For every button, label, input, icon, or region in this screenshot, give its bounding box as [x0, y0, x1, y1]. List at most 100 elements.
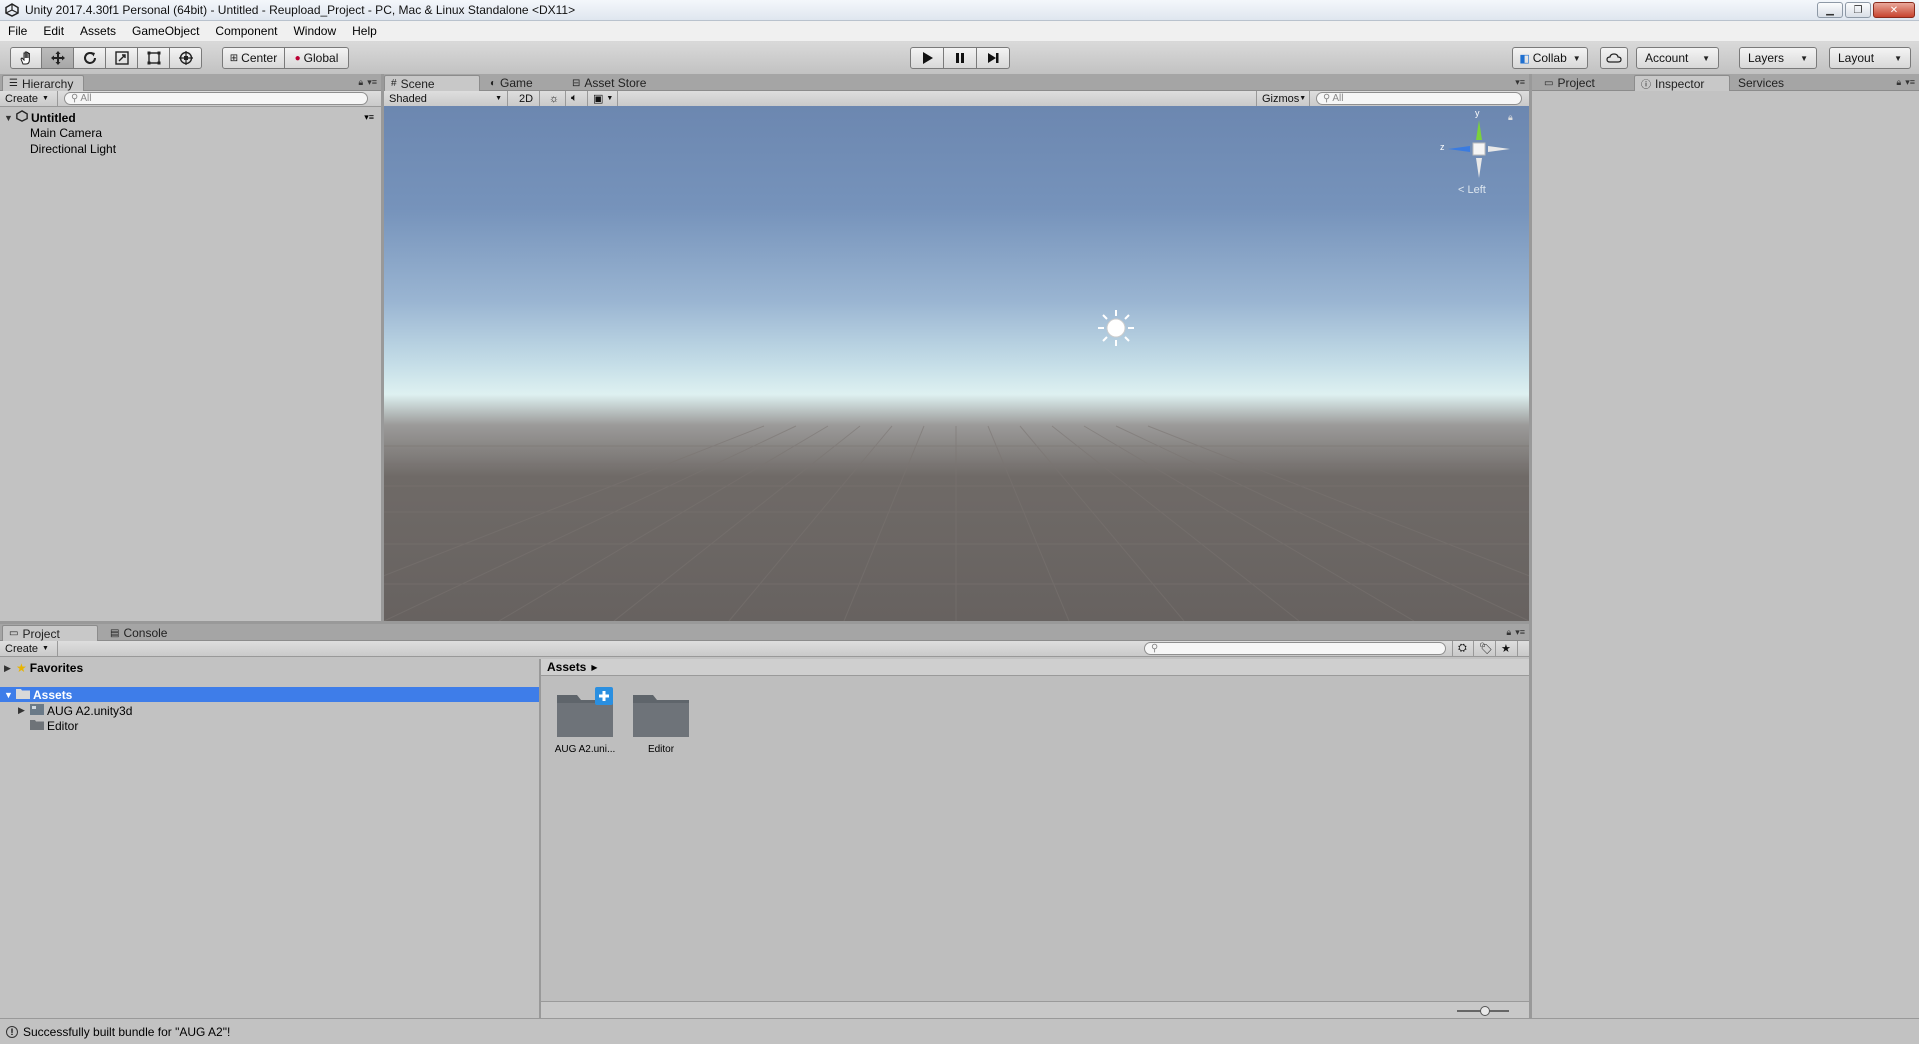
save-search-button[interactable]: ★ [1496, 641, 1518, 656]
asset-tile-label: AUG A2.uni... [554, 744, 616, 755]
slider-thumb[interactable] [1480, 1006, 1490, 1016]
lock-icon[interactable]: 🔒︎ [358, 77, 363, 88]
rect-tool-button[interactable] [138, 47, 170, 69]
tab-project[interactable]: ▭ Project [2, 625, 98, 641]
project-tree: ▶ ★ Favorites ▼ Assets ▶ AUG A2.unity3d … [0, 659, 539, 1018]
tab-scene[interactable]: # Scene [384, 75, 480, 91]
hierarchy-create-button[interactable]: Create ▼ [0, 91, 58, 106]
menu-window[interactable]: Window [285, 24, 344, 38]
scene-root-item[interactable]: ▼ Untitled ▾≡ [4, 110, 376, 125]
panel-menu-icon[interactable]: ▾≡ [367, 77, 377, 88]
pause-icon [956, 53, 964, 63]
search-icon: ⚲ [1151, 643, 1159, 654]
layout-dropdown[interactable]: Layout ▼ [1829, 47, 1911, 69]
lock-icon[interactable]: 🔒︎ [1508, 112, 1513, 123]
project-toolbar: Create ▼ ⚲ ⛭ 🏷︎ ★ [0, 641, 1529, 657]
hierarchy-item-directional-light[interactable]: Directional Light [30, 142, 116, 156]
minimize-icon[interactable]: ▁ [1817, 2, 1843, 18]
toggle-2d-button[interactable]: 2D [514, 91, 540, 106]
search-by-label-button[interactable]: 🏷︎ [1474, 641, 1496, 656]
collab-dropdown[interactable]: ◧ Collab ▼ [1512, 47, 1588, 69]
lock-icon[interactable]: 🔒︎ [1896, 77, 1901, 88]
restore-icon[interactable]: ❐ [1845, 2, 1871, 18]
scene-viewport[interactable]: y z 🔒︎ < Left [384, 106, 1529, 621]
menu-assets[interactable]: Assets [72, 24, 124, 38]
inspector-tabstrip: ▭ Project ⓘ Inspector Services 🔒︎ ▾≡ [1532, 74, 1919, 91]
tab-services[interactable]: Services [1732, 75, 1812, 91]
chevron-down-icon: ▼ [42, 645, 49, 652]
tab-inspector[interactable]: ⓘ Inspector [1634, 75, 1730, 91]
hierarchy-tabstrip: ☰ Hierarchy 🔒︎ ▾≡ [0, 74, 381, 91]
scene-effects-dropdown[interactable]: ▣ ▼ [588, 91, 618, 106]
panel-menu-icon[interactable]: ▾≡ [1515, 77, 1525, 88]
unity-logo-icon [4, 2, 20, 18]
chevron-down-icon: ▼ [1572, 53, 1581, 63]
menu-file[interactable]: File [0, 24, 35, 38]
project-create-button[interactable]: Create ▼ [0, 641, 58, 656]
window-title-bar: Unity 2017.4.30f1 Personal (64bit) - Unt… [0, 0, 1919, 21]
asset-tile-bundle[interactable]: AUG A2.uni... [551, 687, 619, 763]
scene-audio-toggle[interactable]: 🔈︎ [566, 91, 588, 106]
folder-icon: ▭ [1544, 77, 1554, 89]
tab-console[interactable]: ▤ Console [104, 625, 184, 641]
layers-dropdown[interactable]: Layers ▼ [1739, 47, 1817, 69]
search-by-type-button[interactable]: ⛭ [1452, 641, 1474, 656]
scene-search-input[interactable]: ⚲ All [1316, 92, 1522, 105]
rotate-tool-button[interactable] [74, 47, 106, 69]
folder-bundle-icon [557, 687, 613, 737]
asset-tile-label: Editor [647, 744, 675, 755]
hierarchy-search-input[interactable]: ⚲ All [64, 92, 368, 105]
shading-mode-dropdown[interactable]: Shaded ▼ [384, 91, 508, 106]
panel-menu-icon[interactable]: ▾≡ [1905, 77, 1915, 88]
scene-menu-icon[interactable]: ▾≡ [364, 112, 374, 123]
editor-folder-item[interactable]: Editor [30, 719, 78, 733]
favorites-item[interactable]: ▶ ★ Favorites [4, 661, 83, 675]
tab-project-right[interactable]: ▭ Project [1538, 75, 1618, 91]
scene-lighting-toggle[interactable]: ☼ [544, 91, 566, 106]
pivot-global-button[interactable]: ● Global [285, 47, 349, 69]
scene-orientation-gizmo[interactable]: y z 🔒︎ < Left [1434, 108, 1524, 204]
expand-arrow-icon[interactable]: ▶ [4, 663, 16, 674]
chevron-down-icon: ▼ [42, 95, 49, 102]
menu-edit[interactable]: Edit [35, 24, 72, 38]
expand-arrow-icon[interactable]: ▼ [4, 690, 16, 700]
asset-bundle-item[interactable]: ▶ AUG A2.unity3d [18, 703, 132, 718]
project-search-input[interactable]: ⚲ [1144, 642, 1446, 655]
tab-game[interactable]: ◐ Game [484, 75, 554, 91]
scale-icon [114, 51, 129, 65]
transform-icon [178, 51, 193, 65]
menu-gameobject[interactable]: GameObject [124, 24, 207, 38]
expand-arrow-icon[interactable]: ▶ [18, 705, 30, 716]
expand-arrow-icon[interactable]: ▼ [4, 113, 16, 123]
menu-help[interactable]: Help [344, 24, 385, 38]
pivot-center-button[interactable]: ⊞ Center [222, 47, 285, 69]
view-direction-label[interactable]: < Left [1458, 184, 1486, 196]
account-dropdown[interactable]: Account ▼ [1636, 47, 1719, 69]
info-icon: ⓘ [1641, 80, 1651, 91]
scale-tool-button[interactable] [106, 47, 138, 69]
hierarchy-item-main-camera[interactable]: Main Camera [30, 126, 102, 140]
list-icon: ☰ [9, 78, 18, 89]
menu-component[interactable]: Component [207, 24, 285, 38]
assets-folder-item[interactable]: ▼ Assets [0, 687, 539, 702]
console-icon: ▤ [110, 627, 120, 639]
label-tag-icon: 🏷︎ [1479, 643, 1493, 655]
hand-tool-button[interactable] [10, 47, 42, 69]
gizmos-dropdown[interactable]: Gizmos ▼ [1256, 91, 1310, 106]
lock-icon[interactable]: 🔒︎ [1506, 627, 1511, 638]
step-button[interactable] [977, 47, 1010, 69]
move-icon [50, 51, 65, 65]
panel-menu-icon[interactable]: ▾≡ [1515, 627, 1525, 638]
asset-tile-editor[interactable]: Editor [627, 687, 695, 763]
close-icon[interactable]: ✕ [1873, 2, 1915, 18]
directional-light-gizmo[interactable] [1096, 308, 1136, 348]
pause-button[interactable] [944, 47, 977, 69]
move-tool-button[interactable] [42, 47, 74, 69]
tab-asset-store[interactable]: ⊟ Asset Store [566, 75, 666, 91]
tab-hierarchy[interactable]: ☰ Hierarchy [2, 75, 84, 91]
transform-tool-button[interactable] [170, 47, 202, 69]
status-message[interactable]: Successfully built bundle for "AUG A2"! [23, 1025, 230, 1039]
cloud-button[interactable] [1600, 47, 1628, 69]
cloud-icon [1606, 53, 1622, 63]
play-button[interactable] [910, 47, 944, 69]
